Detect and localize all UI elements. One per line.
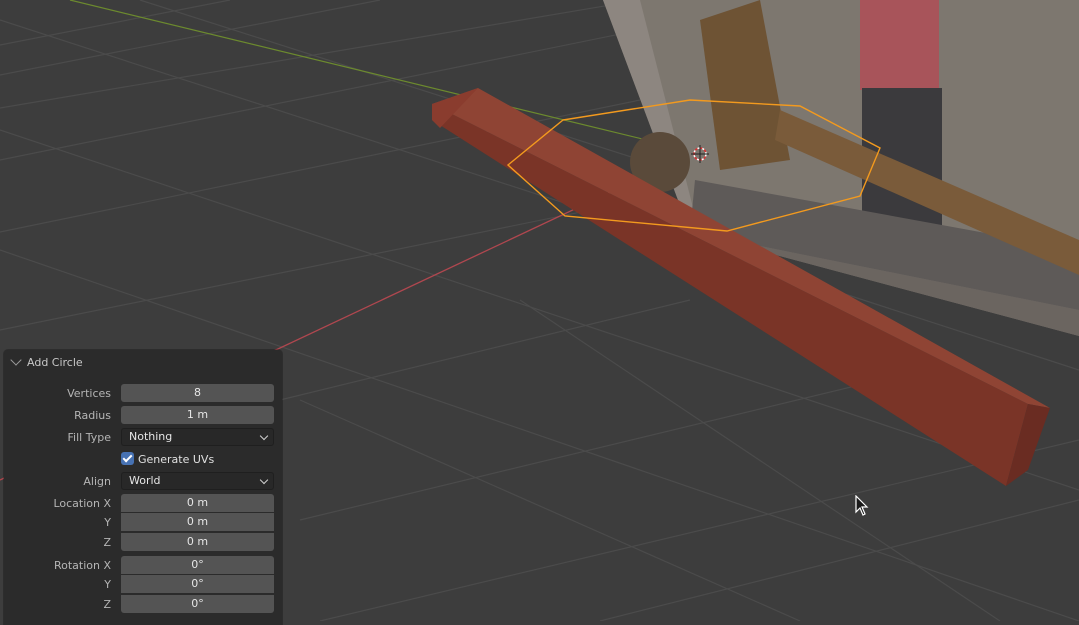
chevron-down-icon: [259, 431, 269, 441]
operator-panel-header[interactable]: Add Circle: [4, 350, 282, 374]
location-y-field[interactable]: 0 m: [121, 513, 274, 531]
radius-label: Radius: [74, 409, 111, 422]
operator-panel-title: Add Circle: [27, 355, 83, 369]
fill-type-row: Fill Type Nothing: [4, 428, 282, 447]
rotation-z-label: Z: [103, 598, 111, 611]
reference-image-plane[interactable]: [603, 0, 1079, 336]
fill-type-dropdown[interactable]: Nothing: [121, 428, 274, 446]
radius-row: Radius 1 m: [4, 406, 282, 425]
generate-uvs-row: Generate UVs: [4, 450, 282, 469]
operator-panel[interactable]: Add Circle Vertices 8 Radius 1 m Fill Ty…: [4, 350, 282, 625]
location-x-label: Location X: [53, 497, 111, 510]
rotation-y-label: Y: [104, 578, 111, 591]
radius-field[interactable]: 1 m: [121, 406, 274, 424]
rotation-x-row: Rotation X 0°: [4, 556, 282, 575]
chevron-down-icon[interactable]: [10, 354, 22, 366]
location-x-field[interactable]: 0 m: [121, 494, 274, 512]
location-z-row: Z 0 m: [4, 533, 282, 552]
rotation-y-row: Y 0°: [4, 575, 282, 594]
location-z-label: Z: [103, 536, 111, 549]
location-y-label: Y: [104, 516, 111, 529]
rotation-x-label: Rotation X: [53, 559, 111, 572]
align-label: Align: [83, 475, 111, 488]
fill-type-value: Nothing: [129, 430, 173, 443]
mouse-cursor-icon: [855, 495, 869, 516]
align-value: World: [129, 474, 161, 487]
rotation-y-field[interactable]: 0°: [121, 575, 274, 593]
fill-type-label: Fill Type: [67, 431, 111, 444]
location-z-field[interactable]: 0 m: [121, 533, 274, 551]
rotation-z-row: Z 0°: [4, 595, 282, 614]
vertices-field[interactable]: 8: [121, 384, 274, 402]
rotation-z-field[interactable]: 0°: [121, 595, 274, 613]
align-dropdown[interactable]: World: [121, 472, 274, 490]
location-y-row: Y 0 m: [4, 513, 282, 532]
location-x-row: Location X 0 m: [4, 494, 282, 513]
rotation-x-field[interactable]: 0°: [121, 556, 274, 574]
generate-uvs-checkbox[interactable]: [121, 452, 134, 465]
align-row: Align World: [4, 472, 282, 491]
vertices-row: Vertices 8: [4, 384, 282, 403]
generate-uvs-label[interactable]: Generate UVs: [138, 450, 214, 469]
chevron-down-icon: [259, 475, 269, 485]
vertices-label: Vertices: [67, 387, 111, 400]
